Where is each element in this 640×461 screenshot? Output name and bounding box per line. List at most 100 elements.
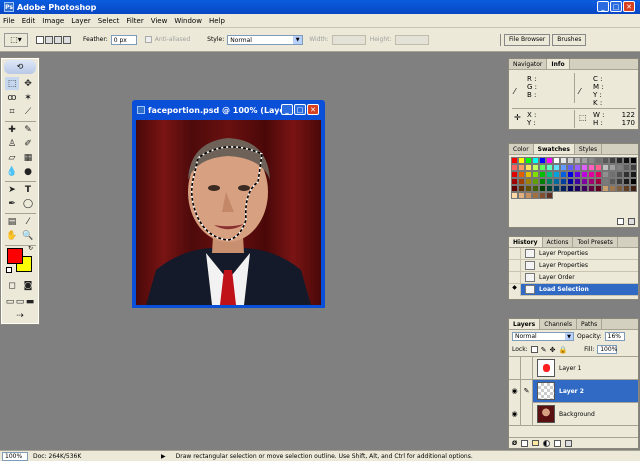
color-swatch[interactable] <box>518 178 525 185</box>
eraser-tool-icon[interactable]: ▱ <box>5 151 19 164</box>
color-swatch[interactable] <box>602 164 609 171</box>
tab-history[interactable]: History <box>509 237 543 247</box>
color-swatch[interactable] <box>539 171 546 178</box>
color-swatch[interactable] <box>553 171 560 178</box>
layer-style-icon[interactable]: Ø <box>512 440 517 447</box>
lock-transparency-icon[interactable] <box>530 346 538 353</box>
color-swatch[interactable] <box>511 185 518 192</box>
color-swatch[interactable] <box>602 185 609 192</box>
doc-minimize-button[interactable]: _ <box>281 104 293 115</box>
gradient-tool-icon[interactable]: ▦ <box>21 151 35 164</box>
color-swatch[interactable] <box>525 185 532 192</box>
color-swatch[interactable] <box>602 171 609 178</box>
default-colors-icon[interactable] <box>6 267 12 273</box>
screen-mode-full-icon[interactable]: ▬ <box>25 295 35 308</box>
menu-window[interactable]: Window <box>174 17 202 25</box>
close-button[interactable]: ✕ <box>623 1 635 12</box>
color-swatch[interactable] <box>518 171 525 178</box>
menu-layer[interactable]: Layer <box>71 17 91 25</box>
new-swatch-icon[interactable] <box>617 218 624 225</box>
menu-edit[interactable]: Edit <box>22 17 36 25</box>
layer-link-toggle[interactable] <box>521 402 533 426</box>
zoom-tool-icon[interactable]: 🔍 <box>21 229 35 242</box>
history-brush-tool-icon[interactable]: ✐ <box>21 137 35 150</box>
color-swatch[interactable] <box>567 171 574 178</box>
tab-info[interactable]: Info <box>547 59 570 69</box>
tab-channels[interactable]: Channels <box>540 319 577 329</box>
color-swatch[interactable] <box>581 185 588 192</box>
color-swatch[interactable] <box>539 185 546 192</box>
opacity-input[interactable]: 16% <box>604 332 625 341</box>
jump-to-imageready-icon[interactable]: ⇢ <box>13 309 27 322</box>
color-swatch[interactable] <box>609 157 616 164</box>
menu-view[interactable]: View <box>151 17 168 25</box>
healing-brush-tool-icon[interactable]: ✚ <box>5 123 19 136</box>
tab-swatches[interactable]: Swatches <box>533 144 575 154</box>
color-swatch[interactable] <box>553 157 560 164</box>
trash-icon[interactable] <box>628 218 635 225</box>
color-swatch[interactable] <box>602 157 609 164</box>
canvas-image[interactable] <box>136 120 321 305</box>
tab-styles[interactable]: Styles <box>575 144 603 154</box>
eye-icon[interactable]: ◉ <box>509 379 521 403</box>
eyedropper-tool-icon[interactable]: ⁄ <box>21 215 35 228</box>
color-swatch[interactable] <box>560 185 567 192</box>
color-swatch[interactable] <box>560 164 567 171</box>
color-swatch[interactable] <box>623 185 630 192</box>
move-tool-icon[interactable]: ✥ <box>21 77 35 90</box>
color-swatch[interactable] <box>595 164 602 171</box>
color-swatch[interactable] <box>518 185 525 192</box>
style-select[interactable]: Normal ▼ <box>227 34 304 45</box>
adobe-online-icon[interactable]: ⟲ <box>4 60 36 74</box>
color-swatch[interactable] <box>623 178 630 185</box>
color-swatch[interactable] <box>525 157 532 164</box>
color-swatch[interactable] <box>567 157 574 164</box>
status-menu-arrow-icon[interactable]: ▶ <box>161 453 166 460</box>
lock-image-icon[interactable]: ✎ <box>541 346 547 354</box>
color-swatch[interactable] <box>546 157 553 164</box>
color-swatch[interactable] <box>581 178 588 185</box>
crop-tool-icon[interactable]: ⌗ <box>5 105 19 118</box>
selection-mode-buttons[interactable] <box>36 35 71 44</box>
type-tool-icon[interactable]: T <box>21 183 35 196</box>
color-swatch[interactable] <box>511 192 518 199</box>
color-swatch[interactable] <box>560 178 567 185</box>
color-swatch[interactable] <box>595 185 602 192</box>
doc-close-button[interactable]: ✕ <box>307 104 319 115</box>
color-swatch[interactable] <box>581 171 588 178</box>
layer-mask-icon[interactable] <box>521 439 529 447</box>
color-swatch[interactable] <box>518 157 525 164</box>
color-swatch[interactable] <box>595 178 602 185</box>
hand-tool-icon[interactable]: ✋ <box>5 229 19 242</box>
layer-set-icon[interactable] <box>532 440 540 446</box>
color-swatch[interactable] <box>623 164 630 171</box>
document-window[interactable]: faceportion.psd @ 100% (Laye... _ □ ✕ <box>132 100 325 308</box>
eye-icon[interactable]: ◉ <box>509 402 521 426</box>
shape-tool-icon[interactable]: ◯ <box>21 197 35 210</box>
slice-tool-icon[interactable]: ⟋ <box>21 105 35 118</box>
color-swatch[interactable] <box>609 164 616 171</box>
menu-file[interactable]: File <box>3 17 15 25</box>
color-swatch[interactable] <box>525 178 532 185</box>
color-swatch[interactable] <box>630 185 637 192</box>
tool-preset-picker[interactable]: ⬚▾ <box>4 32 28 47</box>
color-swatch[interactable] <box>588 178 595 185</box>
color-swatch[interactable] <box>532 164 539 171</box>
color-swatch[interactable] <box>525 192 532 199</box>
notes-tool-icon[interactable]: ▤ <box>5 215 19 228</box>
color-swatch[interactable] <box>588 171 595 178</box>
layer-row[interactable]: Layer 1 <box>509 356 638 380</box>
doc-maximize-button[interactable]: □ <box>294 104 306 115</box>
color-swatch[interactable] <box>630 178 637 185</box>
color-swatch[interactable] <box>546 185 553 192</box>
menu-filter[interactable]: Filter <box>126 17 143 25</box>
color-swatch[interactable] <box>539 164 546 171</box>
color-swatch[interactable] <box>546 178 553 185</box>
swatch-grid[interactable] <box>511 157 637 215</box>
color-swatch[interactable] <box>525 171 532 178</box>
pen-tool-icon[interactable]: ✒ <box>5 197 19 210</box>
lock-position-icon[interactable]: ✥ <box>550 346 556 354</box>
color-swatch[interactable] <box>574 164 581 171</box>
color-swatch[interactable] <box>574 157 581 164</box>
color-swatch[interactable] <box>623 157 630 164</box>
